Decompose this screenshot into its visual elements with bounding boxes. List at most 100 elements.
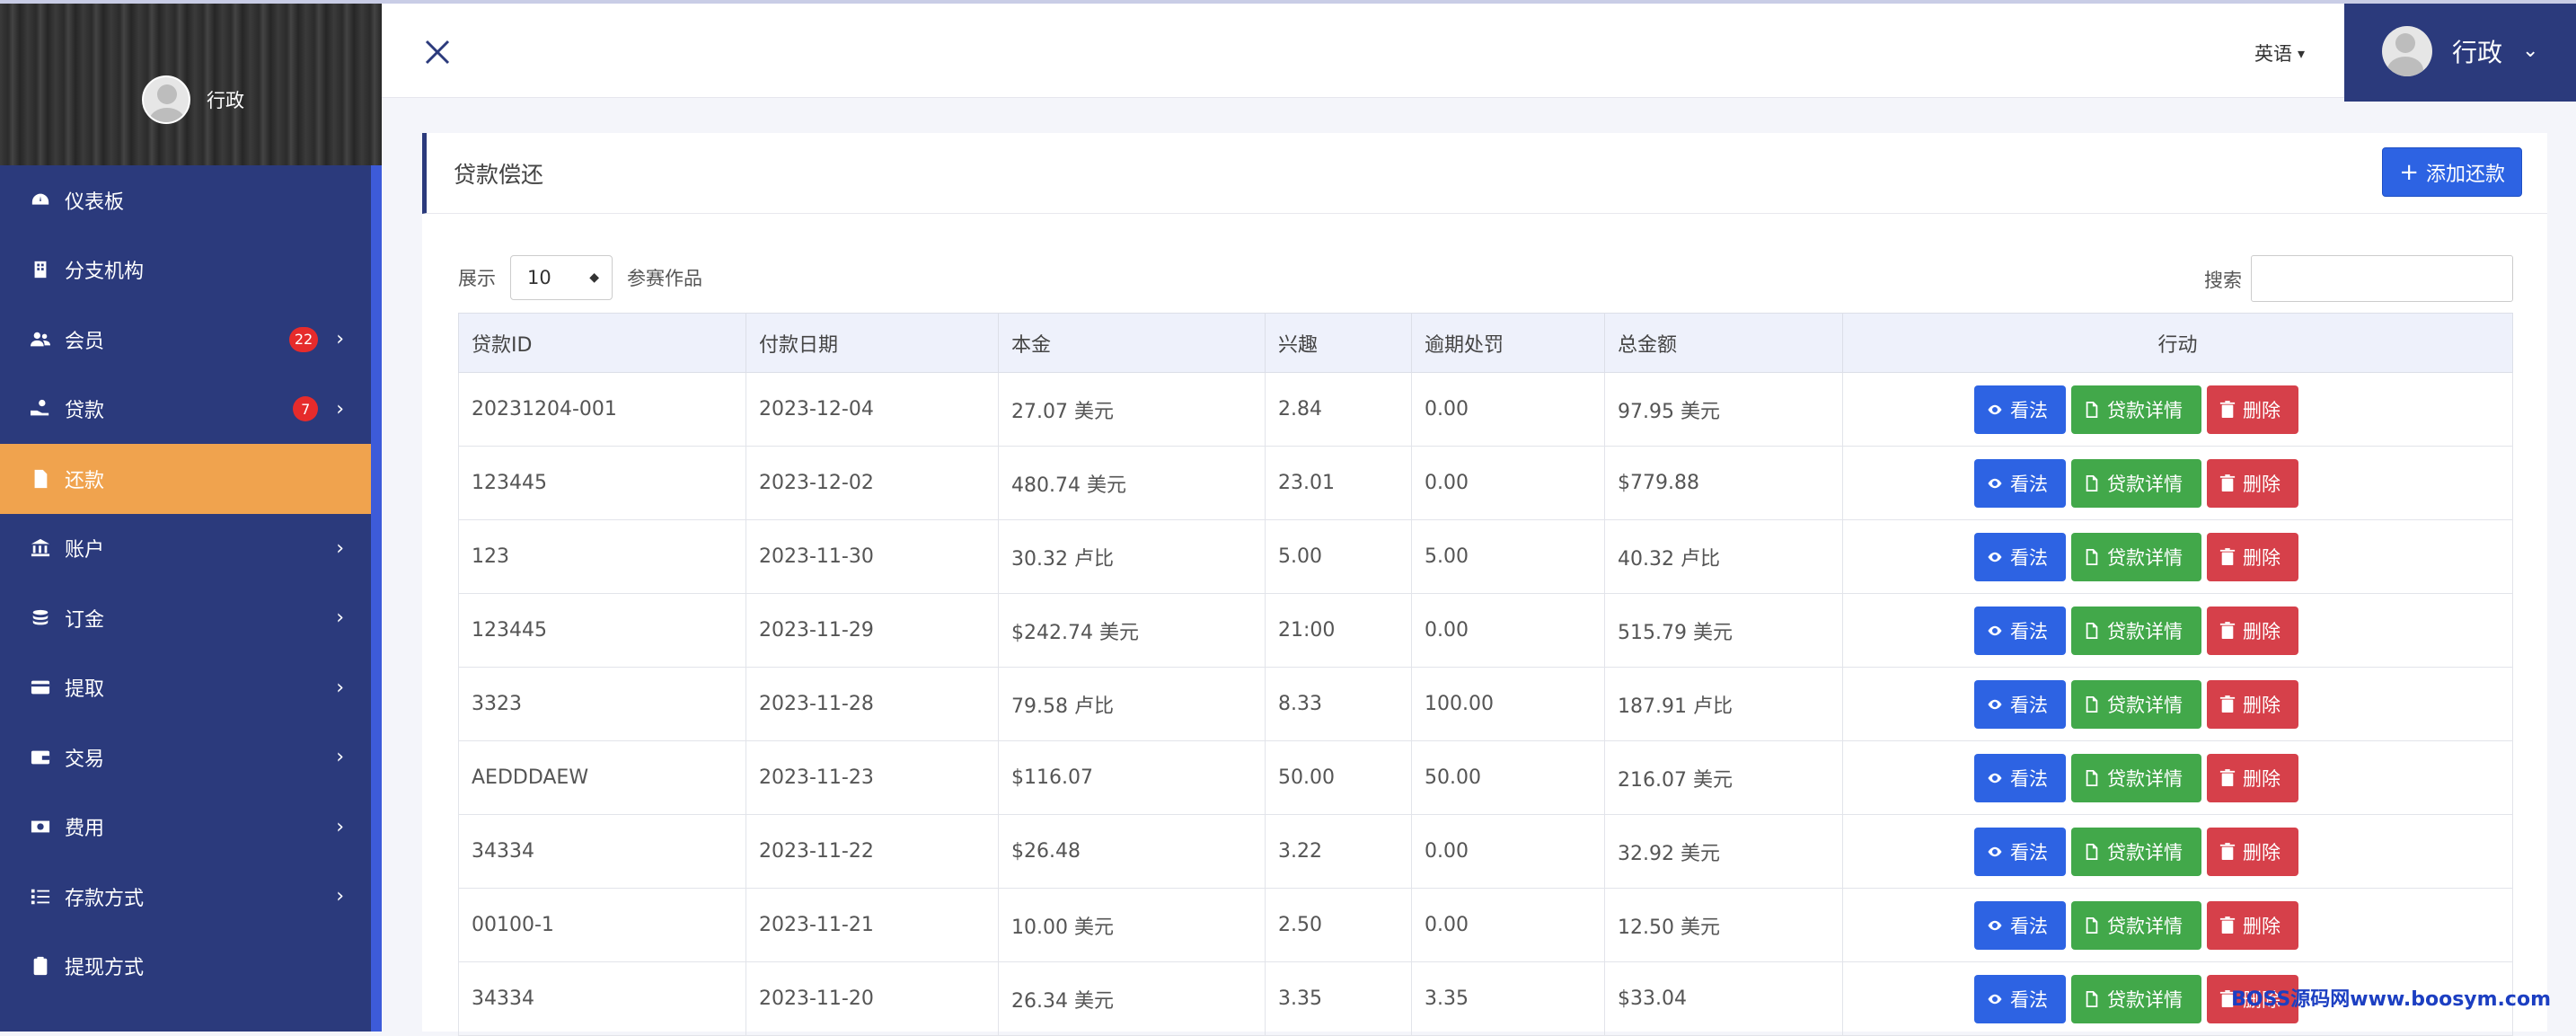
sidebar-item-6[interactable]: 订金›	[0, 583, 371, 653]
table-row: 00100-12023-11-2110.00 美元2.500.0012.50 美…	[459, 889, 2513, 962]
add-repayment-button[interactable]: + 添加还款	[2382, 147, 2522, 197]
user-menu[interactable]: 行政 ⌄	[2344, 0, 2576, 102]
sidebar-item-7[interactable]: 提取›	[0, 653, 371, 723]
table-body: 20231204-0012023-12-0427.07 美元2.840.0097…	[459, 373, 2513, 1036]
user-avatar	[2382, 26, 2432, 76]
sidebar-item-3[interactable]: 贷款7›	[0, 375, 371, 445]
sidebar-item-label: 提取	[65, 673, 336, 702]
penalty-cell: 5.00	[1412, 520, 1605, 594]
user-name: 行政	[2452, 33, 2502, 69]
loan-details-button[interactable]: 贷款详情	[2071, 754, 2201, 802]
view-button[interactable]: 看法	[1974, 754, 2066, 802]
sidebar-item-10[interactable]: 存款方式›	[0, 862, 371, 932]
language-dropdown[interactable]: 英语 ▾	[2254, 40, 2305, 66]
loan-id-cell: 00100-1	[459, 889, 746, 962]
delete-button[interactable]: 删除	[2207, 607, 2298, 655]
view-button[interactable]: 看法	[1974, 828, 2066, 876]
loan-details-button[interactable]: 贷款详情	[2071, 901, 2201, 950]
sidebar-item-label: 账户	[65, 534, 336, 562]
sidebar-item-8[interactable]: 交易›	[0, 722, 371, 792]
loan-details-button[interactable]: 贷款详情	[2071, 680, 2201, 729]
details-label: 贷款详情	[2107, 544, 2183, 571]
view-button[interactable]: 看法	[1974, 901, 2066, 950]
chevron-right-icon: ›	[336, 746, 344, 768]
delete-button[interactable]: 删除	[2207, 828, 2298, 876]
delete-button[interactable]: 删除	[2207, 901, 2298, 950]
loan-id-cell: AEDDDAEW	[459, 741, 746, 815]
table-row: 343342023-11-22$26.483.220.0032.92 美元看法贷…	[459, 815, 2513, 889]
view-button[interactable]: 看法	[1974, 385, 2066, 434]
trash-icon	[2219, 843, 2236, 861]
sidebar-item-label: 仪表板	[65, 186, 344, 215]
avatar[interactable]	[142, 75, 190, 124]
sidebar-item-label: 存款方式	[65, 882, 336, 911]
repayments-panel: 贷款偿还 + 添加还款 展示 10 ◆ 参赛作品 搜索 贷款ID 付款日期 本金…	[422, 133, 2547, 1032]
close-icon[interactable]	[421, 36, 454, 68]
eye-icon	[1987, 622, 2003, 640]
chevron-right-icon: ›	[336, 607, 344, 629]
chevron-right-icon: ›	[336, 328, 344, 350]
search-input[interactable]	[2251, 255, 2513, 302]
eye-icon	[1987, 990, 2003, 1008]
penalty-cell: 0.00	[1412, 594, 1605, 668]
payment-date-cell: 2023-12-02	[746, 447, 999, 520]
payment-date-cell: 2023-11-20	[746, 962, 999, 1036]
sidebar-item-5[interactable]: 账户›	[0, 514, 371, 584]
penalty-cell: 0.00	[1412, 447, 1605, 520]
delete-button[interactable]: 删除	[2207, 754, 2298, 802]
view-button[interactable]: 看法	[1974, 459, 2066, 508]
page-size-select[interactable]: 10 ◆	[510, 255, 613, 300]
col-payment-date[interactable]: 付款日期	[746, 314, 999, 373]
actions-cell: 看法 贷款详情删除	[1843, 520, 2513, 594]
col-total[interactable]: 总金额	[1605, 314, 1843, 373]
delete-button[interactable]: 删除	[2207, 533, 2298, 581]
loan-id-cell: 34334	[459, 815, 746, 889]
sidebar-item-2[interactable]: 会员22›	[0, 305, 371, 375]
loan-id-cell: 20231204-001	[459, 373, 746, 447]
view-button[interactable]: 看法	[1974, 975, 2066, 1023]
sidebar-item-9[interactable]: 费用›	[0, 792, 371, 863]
sidebar-item-1[interactable]: 分支机构	[0, 235, 371, 305]
actions-cell: 看法贷款详情删除	[1843, 373, 2513, 447]
delete-button[interactable]: 删除	[2207, 385, 2298, 434]
panel-header: 贷款偿还 + 添加还款	[422, 133, 2547, 214]
chevron-right-icon: ›	[336, 537, 344, 560]
loan-id-cell: 3323	[459, 668, 746, 741]
payment-date-cell: 2023-11-23	[746, 741, 999, 815]
loan-details-button[interactable]: 贷款详情	[2071, 533, 2201, 581]
loan-details-button[interactable]: 贷款详情	[2071, 975, 2201, 1023]
delete-button[interactable]: 删除	[2207, 680, 2298, 729]
table-row: 343342023-11-2026.34 美元3.353.35$33.04看法贷…	[459, 962, 2513, 1036]
loan-details-button[interactable]: 贷款详情	[2071, 385, 2201, 434]
delete-button[interactable]: 删除	[2207, 459, 2298, 508]
delete-label: 删除	[2243, 617, 2280, 644]
view-button[interactable]: 看法	[1974, 680, 2066, 729]
principal-cell: 79.58 卢比	[999, 668, 1266, 741]
profile-name: 行政	[207, 86, 244, 113]
loan-details-button[interactable]: 贷款详情	[2071, 459, 2201, 508]
col-interest[interactable]: 兴趣	[1266, 314, 1412, 373]
dashboard-icon	[29, 190, 52, 210]
wallet-icon	[29, 748, 52, 767]
view-label: 看法	[2010, 838, 2048, 865]
interest-cell: 2.50	[1266, 889, 1412, 962]
col-loan-id[interactable]: 贷款ID	[459, 314, 746, 373]
col-late-penalty[interactable]: 逾期处罚	[1412, 314, 1605, 373]
view-label: 看法	[2010, 765, 2048, 792]
payment-date-cell: 2023-11-30	[746, 520, 999, 594]
trash-icon	[2219, 916, 2236, 934]
view-button[interactable]: 看法	[1974, 533, 2066, 581]
loan-details-button[interactable]: 贷款详情	[2071, 828, 2201, 876]
table-row: 20231204-0012023-12-0427.07 美元2.840.0097…	[459, 373, 2513, 447]
col-principal[interactable]: 本金	[999, 314, 1266, 373]
sidebar-item-4[interactable]: 还款	[0, 444, 371, 514]
loan-details-button[interactable]: 贷款详情	[2071, 607, 2201, 655]
sidebar-item-0[interactable]: 仪表板	[0, 165, 371, 235]
view-button[interactable]: 看法	[1974, 607, 2066, 655]
sidebar-scrollbar[interactable]	[371, 165, 382, 1032]
watermark: BOSS源码网www.boosym.com	[2231, 983, 2551, 1012]
count-badge: 22	[289, 327, 318, 352]
table-row: 1234452023-12-02480.74 美元23.010.00$779.8…	[459, 447, 2513, 520]
clipboard-icon	[29, 956, 52, 976]
sidebar-item-11[interactable]: 提现方式	[0, 932, 371, 1002]
